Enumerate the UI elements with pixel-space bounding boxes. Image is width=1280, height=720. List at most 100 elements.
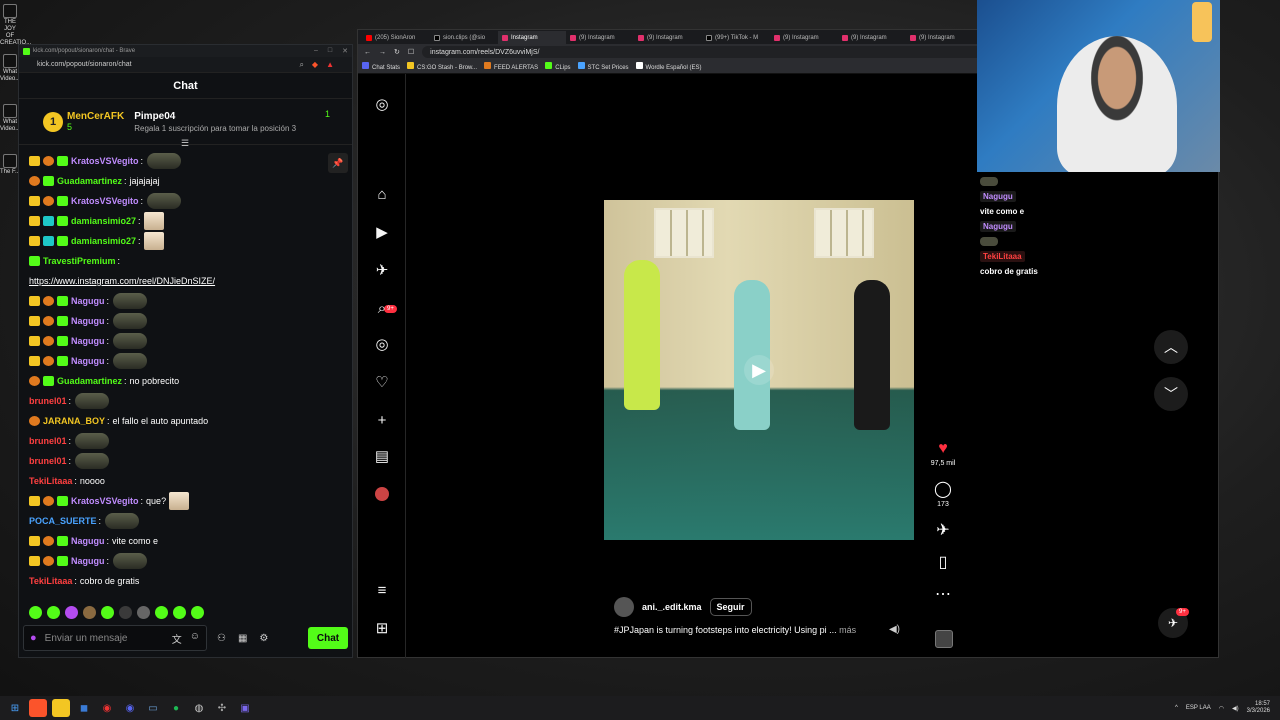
chrome-icon[interactable]: ◉ <box>98 699 116 717</box>
brave-icon[interactable] <box>29 699 47 717</box>
emote[interactable] <box>83 605 96 619</box>
emote[interactable] <box>47 605 60 619</box>
bookmark-item[interactable]: FEED ALERTAS <box>484 62 538 71</box>
audio-thumbnail[interactable] <box>935 630 953 648</box>
menu-icon[interactable]: ≡ <box>372 580 392 600</box>
emote[interactable] <box>191 605 204 619</box>
home-icon[interactable]: ⌂ <box>372 184 392 204</box>
author-avatar[interactable] <box>614 597 634 617</box>
desktop-icon[interactable]: THE JOY OF CREATIO... <box>0 4 31 46</box>
emote[interactable] <box>101 605 114 619</box>
reel-player[interactable]: ▶ ani._.edit.kma Seguir #JPJapan is turn… <box>604 96 914 649</box>
translate-icon[interactable]: 文 <box>172 631 182 646</box>
folder-icon[interactable] <box>52 699 70 717</box>
browser-tab[interactable]: (9) Instagram <box>634 31 702 44</box>
message-username[interactable]: Nagugu <box>71 311 105 331</box>
message-username[interactable]: Guadamartinez <box>57 371 122 391</box>
zoom-icon[interactable]: ⌕ <box>299 60 303 70</box>
reels-icon[interactable]: ▶ <box>372 222 392 242</box>
message-username[interactable]: damiansimio27 <box>71 211 136 231</box>
bookmark-icon[interactable]: ☐ <box>408 48 414 56</box>
share-button[interactable]: ✈ <box>928 520 958 540</box>
browser-tab[interactable]: (9) Instagram <box>906 31 974 44</box>
save-button[interactable]: ▯ <box>928 552 958 572</box>
profile-avatar[interactable] <box>372 484 392 504</box>
clock[interactable]: 18:57 3/3/2026 <box>1247 701 1270 715</box>
reload-icon[interactable]: ↻ <box>394 48 400 56</box>
bookmark-item[interactable]: CLips <box>545 62 571 71</box>
dashboard-icon[interactable]: ▤ <box>372 446 392 466</box>
brave-shield-icon[interactable]: ◆ <box>312 60 318 70</box>
play-icon[interactable]: ▶ <box>744 355 774 385</box>
message-username[interactable]: Nagugu <box>71 551 105 571</box>
language-indicator[interactable]: ESP LAA <box>1186 705 1211 711</box>
message-username[interactable]: brunel01 <box>29 451 67 471</box>
chat-send-button[interactable]: Chat <box>308 627 348 649</box>
volume-icon[interactable]: ◀) <box>1232 705 1239 712</box>
message-username[interactable]: TekiLitaaa <box>29 471 72 491</box>
emote[interactable] <box>173 605 186 619</box>
message-username[interactable]: TravestiPremium <box>43 251 116 271</box>
chevron-up-icon[interactable]: ^ <box>1175 705 1178 711</box>
message-username[interactable]: POCA_SUERTE <box>29 511 97 531</box>
comment-button[interactable]: ◯ 173 <box>928 479 958 508</box>
message-username[interactable]: KratosVSVegito <box>71 491 139 511</box>
forward-icon[interactable]: → <box>379 49 386 56</box>
message-username[interactable]: KratosVSVegito <box>71 151 139 171</box>
rewards-icon[interactable]: ▲ <box>326 60 334 70</box>
app-icon[interactable]: ▣ <box>236 699 254 717</box>
message-username[interactable]: KratosVSVegito <box>71 191 139 211</box>
browser-tab[interactable]: Instagram <box>498 31 566 44</box>
previous-reel-button[interactable]: ︿ <box>1154 330 1188 364</box>
message-username[interactable]: brunel01 <box>29 431 67 451</box>
store-icon[interactable]: ▦ <box>238 633 247 644</box>
message-username[interactable]: Nagugu <box>71 291 105 311</box>
monitor-icon[interactable]: ▭ <box>144 699 162 717</box>
like-button[interactable]: ♥ 97,5 mil <box>928 440 958 467</box>
more-apps-icon[interactable]: ⊞ <box>372 618 392 638</box>
notifications-icon[interactable]: ♡ <box>372 372 392 392</box>
message-username[interactable]: JARANA_BOY <box>43 411 105 431</box>
emote[interactable] <box>119 605 132 619</box>
message-link[interactable]: https://www.instagram.com/reel/DNJieDnSI… <box>29 271 215 291</box>
wifi-icon[interactable]: ◠ <box>1219 705 1224 712</box>
emote[interactable] <box>137 605 150 619</box>
instagram-logo-icon[interactable]: ◎ <box>372 94 392 114</box>
mute-icon[interactable]: ◀) <box>889 624 900 635</box>
browser-tab[interactable]: (99+) TikTok - M <box>702 31 770 44</box>
maximize-icon[interactable]: □ <box>328 47 332 55</box>
minimize-icon[interactable]: – <box>314 47 318 55</box>
desktop-icon[interactable]: What Video... <box>0 104 20 140</box>
follow-button[interactable]: Seguir <box>709 598 752 616</box>
message-username[interactable]: TekiLitaaa <box>29 571 72 591</box>
next-reel-button[interactable]: ﹀ <box>1154 377 1188 411</box>
second-gifter-name[interactable]: Pimpe04 <box>134 111 296 122</box>
more-options-button[interactable]: ⋯ <box>928 584 958 604</box>
app-icon[interactable]: ✣ <box>213 699 231 717</box>
search-icon[interactable]: ⌕ <box>372 298 392 318</box>
message-username[interactable]: damiansimio27 <box>71 231 136 251</box>
explore-icon[interactable]: ◎ <box>372 334 392 354</box>
close-icon[interactable]: ✕ <box>342 47 348 55</box>
chat-input[interactable]: ● Enviar un mensaje 文 ☺ <box>23 625 207 651</box>
gear-icon[interactable]: ⚙ <box>259 633 268 644</box>
message-username[interactable]: Nagugu <box>71 531 105 551</box>
bookmark-item[interactable]: CS:GO Stash - Brow... <box>407 62 477 71</box>
desktop-icon[interactable]: What Video... <box>0 54 20 90</box>
emote[interactable] <box>65 605 78 619</box>
browser-tab[interactable]: sion.clips (@sio <box>430 31 498 44</box>
emote[interactable] <box>155 605 168 619</box>
discord-icon[interactable]: ◉ <box>121 699 139 717</box>
message-username[interactable]: Nagugu <box>71 351 105 371</box>
message-username[interactable]: Nagugu <box>71 331 105 351</box>
start-icon[interactable]: ⊞ <box>6 699 24 717</box>
top-gifter-name[interactable]: MenCerAFK <box>67 111 124 122</box>
messages-icon[interactable]: ✈ <box>372 260 392 280</box>
browser-tab[interactable]: (9) Instagram <box>566 31 634 44</box>
spotify-icon[interactable]: ● <box>167 699 185 717</box>
create-icon[interactable]: + <box>372 410 392 430</box>
browser-tab[interactable]: (9) Instagram <box>838 31 906 44</box>
message-username[interactable]: Guadamartinez <box>57 171 122 191</box>
chat-url[interactable]: kick.com/popout/sionaron/chat <box>37 61 132 68</box>
author-username[interactable]: ani._.edit.kma <box>642 602 702 612</box>
